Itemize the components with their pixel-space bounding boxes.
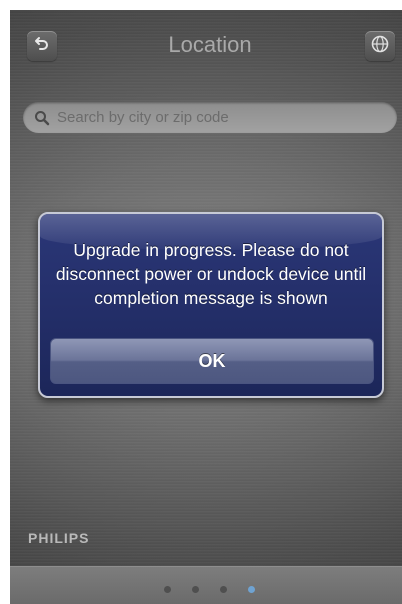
page-control-bar: [10, 566, 402, 604]
page-dot-active[interactable]: [248, 586, 255, 593]
app-screen: Location Upgrade in progress. Please do …: [10, 10, 402, 604]
search-bar[interactable]: [23, 102, 397, 133]
page-indicator[interactable]: [164, 586, 255, 593]
back-arrow-icon: [34, 36, 50, 57]
page-dot[interactable]: [220, 586, 227, 593]
globe-button[interactable]: [365, 31, 395, 61]
alert-dialog: Upgrade in progress. Please do not disco…: [38, 212, 384, 398]
brand-logo: PHILIPS: [28, 530, 90, 546]
dialog-message: Upgrade in progress. Please do not disco…: [55, 240, 367, 308]
page-dot[interactable]: [192, 586, 199, 593]
search-input[interactable]: [57, 109, 377, 126]
page-dot[interactable]: [164, 586, 171, 593]
search-icon: [33, 109, 51, 127]
ok-button[interactable]: OK: [50, 338, 374, 384]
back-button[interactable]: [27, 31, 57, 61]
globe-icon: [370, 34, 390, 59]
page-title: Location: [168, 32, 252, 57]
